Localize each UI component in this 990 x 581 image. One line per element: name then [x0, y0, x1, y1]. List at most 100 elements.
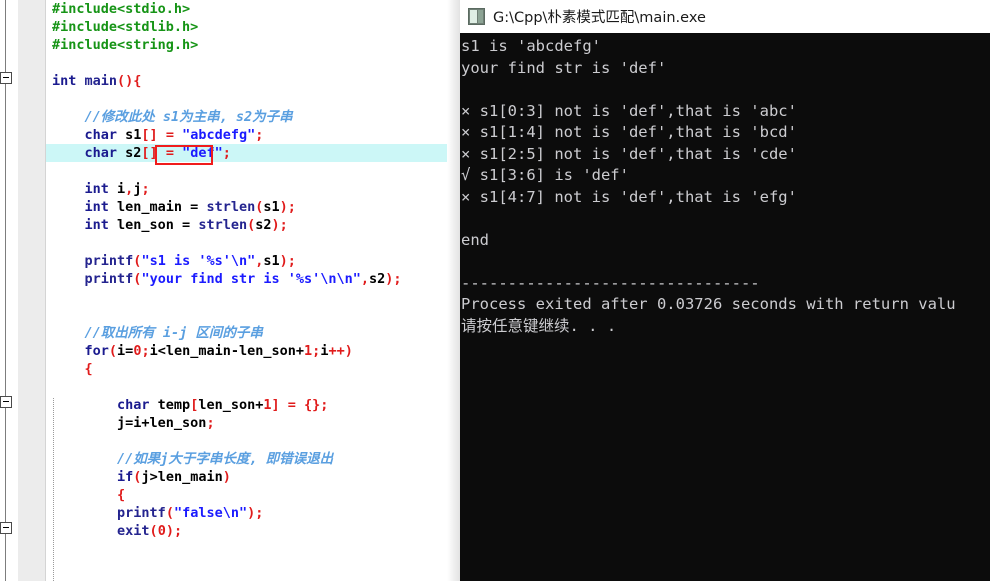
- code-token: //修改此处 s1为主串, s2为子串: [52, 109, 293, 125]
- code-line[interactable]: int len_son = strlen(s2);: [46, 216, 452, 234]
- code-line[interactable]: exit(0);: [46, 522, 452, 540]
- code-token: "s1 is '%s'\n": [141, 253, 256, 269]
- code-line[interactable]: //修改此处 s1为主串, s2为子串: [46, 108, 452, 126]
- code-token: strlen: [198, 217, 248, 233]
- code-line[interactable]: printf("false\n");: [46, 504, 452, 522]
- code-line[interactable]: char temp[len_son+1] = {};: [46, 396, 452, 414]
- code-token: s1: [117, 127, 142, 143]
- code-line[interactable]: {: [46, 360, 452, 378]
- code-line[interactable]: if(j>len_main): [46, 468, 452, 486]
- console-title-bar[interactable]: G:\Cpp\朴素模式匹配\main.exe: [460, 0, 990, 33]
- code-token: len_main =: [108, 199, 207, 215]
- fold-marker-for[interactable]: [0, 396, 12, 408]
- code-token: (){: [117, 73, 142, 89]
- code-token: ;: [206, 415, 215, 431]
- code-token: []: [141, 145, 158, 161]
- code-token: "false\n": [173, 505, 248, 521]
- code-token: 1: [304, 343, 313, 359]
- code-line[interactable]: //如果j大于字串长度, 即错误退出: [46, 450, 452, 468]
- code-line[interactable]: [46, 90, 452, 108]
- console-window-icon: [468, 8, 485, 25]
- code-line[interactable]: char s2[] = "def";: [46, 144, 452, 162]
- code-line[interactable]: //取出所有 i-j 区间的子串: [46, 324, 452, 342]
- code-line[interactable]: [46, 234, 452, 252]
- code-token: (: [165, 505, 174, 521]
- code-token: "abcdefg": [182, 127, 256, 143]
- indent-guide-line: [53, 398, 54, 581]
- code-token: if: [117, 469, 134, 485]
- code-token: );: [271, 217, 288, 233]
- console-output-line: × s1[2:5] not is 'def',that is 'cde': [461, 144, 797, 163]
- code-token: ): [222, 469, 231, 485]
- console-output-line: --------------------------------: [461, 273, 760, 292]
- console-output-line: × s1[1:4] not is 'def',that is 'bcd': [461, 123, 797, 141]
- code-token: (: [108, 343, 118, 359]
- code-token: int: [84, 199, 109, 215]
- console-output-line: 请按任意键继续. . .: [461, 316, 617, 335]
- code-line[interactable]: printf("your find str is '%s'\n\n",s2);: [46, 270, 452, 288]
- code-token: //取出所有 i-j 区间的子串: [52, 325, 263, 341]
- code-token: i<len_main-len_son+: [149, 343, 305, 359]
- code-token: //如果j大于字串长度, 即错误退出: [52, 451, 334, 467]
- code-line[interactable]: {: [46, 486, 452, 504]
- console-output-line: s1 is 'abcdefg': [461, 37, 601, 55]
- code-line[interactable]: int i,j;: [46, 180, 452, 198]
- code-token: =: [157, 145, 183, 161]
- editor-fold-gutter[interactable]: [18, 0, 46, 581]
- code-token: i=: [117, 343, 134, 359]
- console-output-line: × s1[0:3] not is 'def',that is 'abc': [461, 101, 797, 120]
- code-text-area[interactable]: #include<stdio.h> #include<stdlib.h> #incl…: [46, 0, 452, 581]
- code-line[interactable]: [46, 378, 452, 396]
- code-line[interactable]: #include<stdio.h>: [46, 0, 452, 18]
- code-token: #include<string.h>: [52, 37, 199, 53]
- fold-marker-main[interactable]: [0, 72, 12, 84]
- code-token: s2: [369, 271, 386, 287]
- code-line[interactable]: char s1[] = "abcdefg";: [46, 126, 452, 144]
- code-token: exit: [117, 523, 150, 539]
- code-token: =: [157, 127, 183, 143]
- code-line[interactable]: #include<string.h>: [46, 36, 452, 54]
- code-line[interactable]: int len_main = strlen(s1);: [46, 198, 452, 216]
- code-line[interactable]: [46, 306, 452, 324]
- code-token: strlen: [206, 199, 256, 215]
- fold-rail-line: [5, 0, 6, 581]
- code-token: printf: [84, 253, 134, 269]
- console-title-label: G:\Cpp\朴素模式匹配\main.exe: [493, 10, 706, 26]
- code-token: main: [76, 73, 118, 89]
- code-line[interactable]: [46, 288, 452, 306]
- code-token: int: [52, 73, 77, 89]
- console-output-line: × s1[4:7] not is 'def',that is 'efg': [461, 187, 797, 206]
- code-token: {: [84, 361, 93, 377]
- main-exe-console-window[interactable]: G:\Cpp\朴素模式匹配\main.exe s1 is 'abcdefg' yo…: [460, 0, 990, 581]
- code-line[interactable]: for(i=0;i<len_main-len_son+1;i++): [46, 342, 452, 360]
- code-line[interactable]: [46, 162, 452, 180]
- code-token: =: [279, 397, 305, 413]
- code-editor-window[interactable]: #include<stdio.h> #include<stdlib.h> #incl…: [0, 0, 452, 581]
- code-token: #include<stdlib.h>: [52, 19, 199, 35]
- code-token: i: [108, 181, 126, 197]
- code-line[interactable]: printf("s1 is '%s'\n",s1);: [46, 252, 452, 270]
- code-token: len_son =: [108, 217, 199, 233]
- screenshot-root: #include<stdio.h> #include<stdlib.h> #incl…: [0, 0, 990, 581]
- code-line[interactable]: [46, 432, 452, 450]
- code-line[interactable]: [46, 54, 452, 72]
- code-line[interactable]: j=i+len_son;: [46, 414, 452, 432]
- code-line[interactable]: int main(){: [46, 72, 452, 90]
- code-token: "your find str is '%s'\n\n": [141, 271, 361, 287]
- code-token: printf: [84, 271, 134, 287]
- console-output-area[interactable]: s1 is 'abcdefg' your find str is 'def' × …: [460, 33, 990, 581]
- code-line[interactable]: #include<stdlib.h>: [46, 18, 452, 36]
- fold-marker-if[interactable]: [0, 522, 12, 534]
- code-token: temp: [149, 397, 191, 413]
